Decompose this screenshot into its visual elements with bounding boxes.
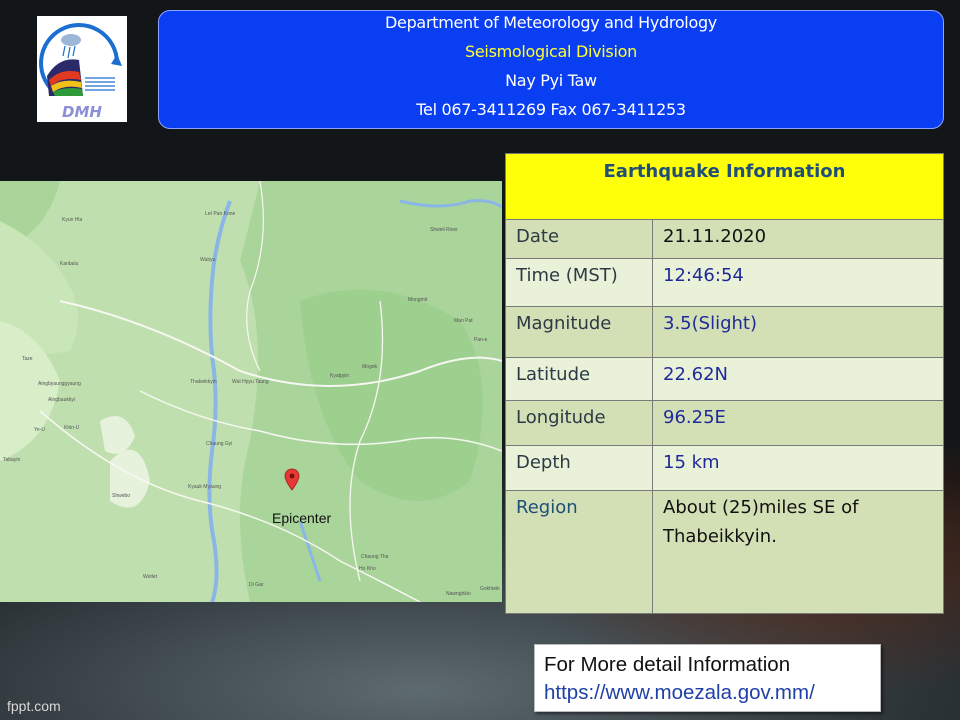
row-key: Magnitude [505,306,653,358]
place-label: Shweli River [430,227,458,233]
header-banner: Department of Meteorology and Hydrology … [158,10,944,129]
earthquake-info-table: Earthquake Information Date 21.11.2020 T… [505,153,944,614]
place-label: Khin-U [64,425,80,431]
row-key: Time (MST) [505,258,653,307]
dmh-logo-icon: DMH [39,23,122,121]
table-row: Depth 15 km [505,445,944,491]
epicenter-label: Epicenter [272,510,332,526]
footer-watermark: fppt.com [7,698,61,714]
row-value: 15 km [652,445,944,491]
row-value: 3.5(Slight) [652,306,944,358]
header-city: Nay Pyi Taw [505,71,597,90]
row-key: Depth [505,445,653,491]
map-pin-icon [284,468,300,491]
epicenter-map: Kyun Hla Let Pan Kone Kanbalu Wabyu Shwe… [0,181,502,602]
place-label: Di Gar [249,582,264,588]
place-label: Mogok [362,364,378,370]
table-row: Date 21.11.2020 [505,219,944,259]
place-label: Chaung Tha [361,554,389,560]
more-info-link[interactable]: https://www.moezala.gov.mm/ [544,679,880,707]
row-key: Latitude [505,357,653,401]
header-department: Department of Meteorology and Hydrology [385,13,717,32]
header-contact: Tel 067-3411269 Fax 067-3411253 [416,100,686,119]
place-label: Kyun Hla [62,217,83,223]
table-row: Region About (25)miles SE of Thabeikkyin… [505,490,944,614]
table-title: Earthquake Information [505,153,944,220]
row-value: 22.62N [652,357,944,401]
place-label: Man Pat [454,318,473,324]
place-label: Kanbalu [60,261,79,267]
place-label: Thabeikkyin [190,379,217,385]
place-label: Aingbaukkyi [48,397,75,403]
place-label: Ho Kho [359,566,376,572]
place-label: Wat Hpyu Taung [232,379,269,385]
row-key: Region [505,490,653,614]
place-label: Taze [22,356,33,362]
place-label: Let Pan Kone [205,211,236,217]
more-info-label: For More detail Information [544,653,791,676]
place-label: Chaung Gyi [206,441,233,447]
table-row: Time (MST) 12:46:54 [505,258,944,307]
row-key: Longitude [505,400,653,446]
place-label: Pan-e [474,337,488,343]
more-info-box: For More detail Information https://www.… [534,644,881,712]
place-label: Mongmit [408,297,428,303]
dmh-logo: DMH [37,16,127,122]
place-label: Tabayin [3,457,21,463]
table-row: Magnitude 3.5(Slight) [505,306,944,358]
row-value: 21.11.2020 [652,219,944,259]
place-label: Wetlet [143,574,158,580]
row-key: Date [505,219,653,259]
table-row: Latitude 22.62N [505,357,944,401]
place-label: Nawnghkio [446,591,471,597]
place-label: Wabyu [200,257,216,263]
row-value: About (25)miles SE of Thabeikkyin. [652,490,944,614]
header-division: Seismological Division [465,42,637,61]
place-label: Shwebo [112,493,131,499]
place-label: Ye-U [34,427,45,433]
place-label: Kyatpyin [330,373,350,379]
svg-text:DMH: DMH [62,103,102,121]
map-terrain [0,181,502,602]
place-label: Gokhteik [480,586,500,592]
row-value: 96.25E [652,400,944,446]
place-label: Aingbyaunggyaung [38,381,81,387]
row-value: 12:46:54 [652,258,944,307]
place-label: Kyauk Myaung [188,484,222,490]
table-row: Longitude 96.25E [505,400,944,446]
